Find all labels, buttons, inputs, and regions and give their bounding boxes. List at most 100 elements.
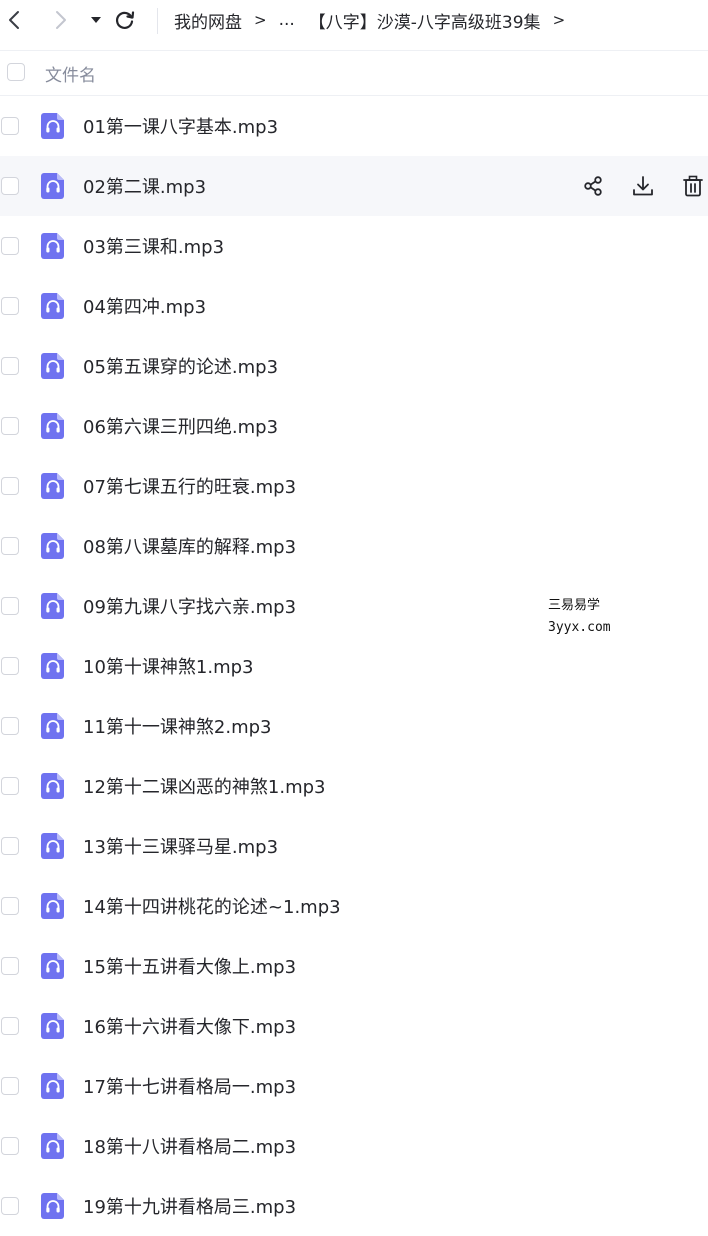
file-row[interactable]: 13第十三课驿马星.mp3 <box>0 816 708 876</box>
file-name[interactable]: 06第六课三刑四绝.mp3 <box>83 413 278 439</box>
audio-file-icon <box>40 1072 66 1100</box>
breadcrumb-separator: > <box>552 11 566 29</box>
file-checkbox[interactable] <box>1 537 19 555</box>
file-name[interactable]: 13第十三课驿马星.mp3 <box>83 833 278 859</box>
file-row[interactable]: 19第十九讲看格局三.mp3 <box>0 1176 708 1236</box>
file-checkbox[interactable] <box>1 117 19 135</box>
file-checkbox[interactable] <box>1 837 19 855</box>
file-row[interactable]: 06第六课三刑四绝.mp3 <box>0 396 708 456</box>
file-checkbox[interactable] <box>1 417 19 435</box>
file-row[interactable]: 15第十五讲看大像上.mp3 <box>0 936 708 996</box>
trash-icon <box>683 175 703 197</box>
file-checkbox[interactable] <box>1 777 19 795</box>
file-row[interactable]: 17第十七讲看格局一.mp3 <box>0 1056 708 1116</box>
file-row[interactable]: 11第十一课神煞2.mp3 <box>0 696 708 756</box>
file-checkbox[interactable] <box>1 1197 19 1215</box>
row-actions <box>580 156 708 216</box>
file-row[interactable]: 05第五课穿的论述.mp3 <box>0 336 708 396</box>
file-name[interactable]: 17第十七讲看格局一.mp3 <box>83 1073 296 1099</box>
file-name[interactable]: 08第八课墓库的解释.mp3 <box>83 533 296 559</box>
watermark-line1: 三易易学 <box>548 598 601 613</box>
file-name[interactable]: 03第三课和.mp3 <box>83 233 224 259</box>
file-row[interactable]: 01第一课八字基本.mp3 <box>0 96 708 156</box>
file-checkbox[interactable] <box>1 957 19 975</box>
file-row[interactable]: 02第二课.mp3 <box>0 156 708 216</box>
file-checkbox[interactable] <box>1 717 19 735</box>
file-row[interactable]: 08第八课墓库的解释.mp3 <box>0 516 708 576</box>
top-bar: 我的网盘 > ... 【八字】沙漠-八字高级班39集 > <box>0 0 708 44</box>
file-checkbox[interactable] <box>1 477 19 495</box>
file-name[interactable]: 02第二课.mp3 <box>83 173 206 199</box>
file-name[interactable]: 19第十九讲看格局三.mp3 <box>83 1193 296 1219</box>
file-row[interactable]: 10第十课神煞1.mp3 <box>0 636 708 696</box>
file-name[interactable]: 12第十二课凶恶的神煞1.mp3 <box>83 773 326 799</box>
breadcrumb: 我的网盘 > ... 【八字】沙漠-八字高级班39集 > <box>174 0 577 40</box>
file-row[interactable]: 03第三课和.mp3 <box>0 216 708 276</box>
refresh-button[interactable] <box>111 6 139 34</box>
select-all-checkbox[interactable] <box>7 63 25 81</box>
breadcrumb-separator: > <box>254 11 267 29</box>
refresh-icon <box>115 11 135 29</box>
column-header-filename[interactable]: 文件名 <box>45 61 96 86</box>
file-name[interactable]: 10第十课神煞1.mp3 <box>83 653 254 679</box>
file-name[interactable]: 15第十五讲看大像上.mp3 <box>83 953 296 979</box>
download-icon <box>633 176 653 196</box>
audio-file-icon <box>40 352 66 380</box>
file-row[interactable]: 07第七课五行的旺衰.mp3 <box>0 456 708 516</box>
file-checkbox[interactable] <box>1 657 19 675</box>
forward-button[interactable] <box>47 6 75 34</box>
file-checkbox[interactable] <box>1 1017 19 1035</box>
watermark-line2: 3yyx.com <box>548 620 611 635</box>
file-checkbox[interactable] <box>1 237 19 255</box>
audio-file-icon <box>40 1132 66 1160</box>
file-name[interactable]: 14第十四讲桃花的论述~1.mp3 <box>83 893 341 919</box>
back-button[interactable] <box>0 6 28 34</box>
file-checkbox[interactable] <box>1 1137 19 1155</box>
breadcrumb-current[interactable]: 【八字】沙漠-八字高级班39集 <box>309 8 541 33</box>
file-checkbox[interactable] <box>1 1077 19 1095</box>
download-button[interactable] <box>630 173 656 199</box>
audio-file-icon <box>40 652 66 680</box>
delete-button[interactable] <box>680 173 706 199</box>
audio-file-icon <box>40 292 66 320</box>
share-button[interactable] <box>580 173 606 199</box>
audio-file-icon <box>40 1012 66 1040</box>
audio-file-icon <box>40 712 66 740</box>
file-name[interactable]: 16第十六讲看大像下.mp3 <box>83 1013 296 1039</box>
file-name[interactable]: 18第十八讲看格局二.mp3 <box>83 1133 296 1159</box>
file-name[interactable]: 09第九课八字找六亲.mp3 <box>83 593 296 619</box>
list-header: 文件名 <box>0 51 708 95</box>
file-row[interactable]: 04第四冲.mp3 <box>0 276 708 336</box>
audio-file-icon <box>40 592 66 620</box>
share-icon <box>584 176 602 196</box>
file-row[interactable]: 16第十六讲看大像下.mp3 <box>0 996 708 1056</box>
chevron-right-icon <box>56 11 66 29</box>
file-row[interactable]: 12第十二课凶恶的神煞1.mp3 <box>0 756 708 816</box>
audio-file-icon <box>40 112 66 140</box>
history-dropdown-button[interactable] <box>82 6 110 34</box>
file-list: 01第一课八字基本.mp3 02第二课.mp3 03第三课和.mp3 04第四冲… <box>0 96 708 1236</box>
watermark: 三易易学 3yyx.com <box>548 595 611 639</box>
file-checkbox[interactable] <box>1 177 19 195</box>
file-checkbox[interactable] <box>1 297 19 315</box>
file-name[interactable]: 07第七课五行的旺衰.mp3 <box>83 473 296 499</box>
file-name[interactable]: 05第五课穿的论述.mp3 <box>83 353 278 379</box>
breadcrumb-ellipsis[interactable]: ... <box>279 10 295 30</box>
file-checkbox[interactable] <box>1 897 19 915</box>
file-name[interactable]: 01第一课八字基本.mp3 <box>83 113 278 139</box>
audio-file-icon <box>40 892 66 920</box>
audio-file-icon <box>40 952 66 980</box>
file-name[interactable]: 04第四冲.mp3 <box>83 293 206 319</box>
file-name[interactable]: 11第十一课神煞2.mp3 <box>83 713 272 739</box>
audio-file-icon <box>40 832 66 860</box>
audio-file-icon <box>40 412 66 440</box>
file-row[interactable]: 18第十八讲看格局二.mp3 <box>0 1116 708 1176</box>
breadcrumb-root[interactable]: 我的网盘 <box>174 8 242 33</box>
file-checkbox[interactable] <box>1 597 19 615</box>
audio-file-icon <box>40 532 66 560</box>
file-row[interactable]: 14第十四讲桃花的论述~1.mp3 <box>0 876 708 936</box>
chevron-left-icon <box>9 11 19 29</box>
audio-file-icon <box>40 1192 66 1220</box>
audio-file-icon <box>40 232 66 260</box>
file-checkbox[interactable] <box>1 357 19 375</box>
